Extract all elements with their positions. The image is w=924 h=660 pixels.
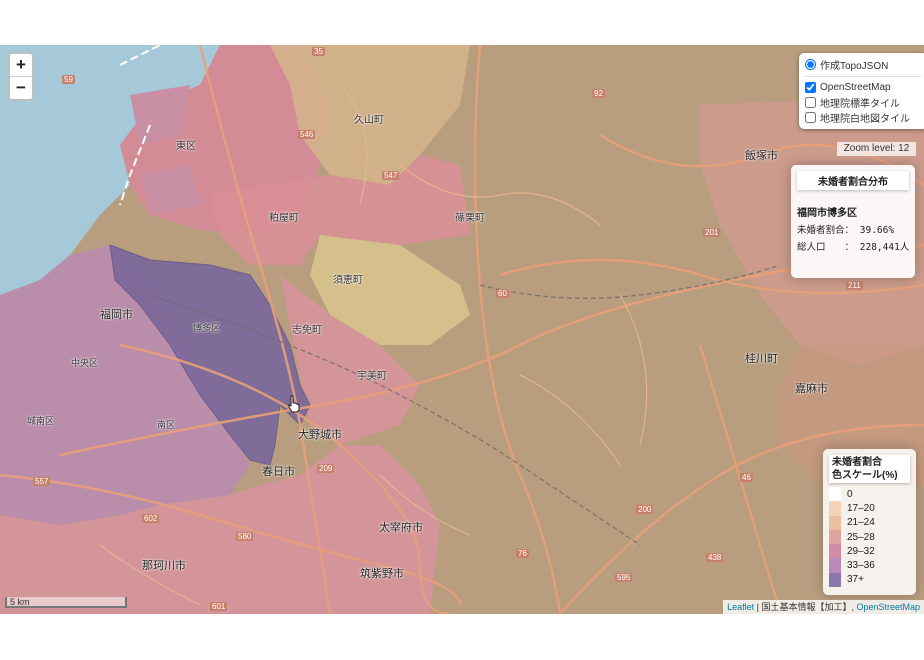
attribution-osm-link[interactable]: OpenStreetMap [856, 602, 920, 612]
legend-swatch [829, 487, 841, 502]
route-shield: 547 [382, 171, 400, 180]
route-shield: 35 [312, 47, 325, 56]
legend-items: 0 17–20 21–24 25–28 29–32 33–36 37+ [823, 487, 916, 588]
legend-title-line2: 色スケール(%) [832, 470, 898, 481]
legend-item: 0 [829, 487, 916, 502]
info-ratio-label: 未婚者割合： [797, 225, 855, 236]
zoom-control: + − [8, 52, 34, 101]
route-shield: 557 [33, 477, 51, 486]
layer-separator [805, 76, 921, 77]
route-shield: 201 [703, 228, 721, 237]
layer-gsi-blank[interactable]: 地理院白地図タイル [805, 110, 921, 125]
info-pop-label: 総人口 ： [797, 242, 855, 253]
legend-item-label: 37+ [847, 574, 864, 586]
layer-gsi-blank-checkbox[interactable] [805, 112, 816, 123]
layer-control: 作成TopoJSON OpenStreetMap 地理院標準タイル 地理院白地図… [799, 53, 924, 129]
info-panel: 未婚者割合分布 福岡市博多区 未婚者割合： 39.66% 総人口 ： 228,4… [791, 165, 915, 278]
legend-item: 21–24 [829, 515, 916, 530]
info-pop-row: 総人口 ： 228,441人 [797, 239, 915, 253]
legend-item-label: 29–32 [847, 545, 875, 557]
hand-cursor-icon [288, 395, 300, 413]
legend-title-line1: 未婚者割合 [832, 457, 882, 468]
route-shield: 209 [317, 464, 335, 473]
layer-gsi-standard[interactable]: 地理院標準タイル [805, 95, 921, 110]
route-shield: 601 [210, 602, 228, 611]
layer-osm[interactable]: OpenStreetMap [805, 80, 921, 95]
legend-item: 25–28 [829, 529, 916, 545]
layer-topojson-label: 作成TopoJSON [820, 61, 889, 72]
legend-item-label: 21–24 [847, 517, 875, 529]
legend-item: 17–20 [829, 501, 916, 516]
legend-item: 29–32 [829, 544, 916, 559]
route-shield: 580 [236, 532, 254, 541]
legend-swatch [829, 572, 841, 588]
route-shield: 211 [846, 281, 863, 290]
legend-item-label: 33–36 [847, 560, 875, 572]
layer-gsi-standard-label: 地理院標準タイル [820, 99, 900, 110]
layer-gsi-standard-checkbox[interactable] [805, 97, 816, 108]
layer-topojson[interactable]: 作成TopoJSON [805, 57, 921, 72]
color-legend: 未婚者割合 色スケール(%) 0 17–20 21–24 25–28 29–32 33–3… [823, 449, 916, 595]
info-area-name: 福岡市博多区 [797, 208, 857, 219]
info-ratio-value: 39.66% [859, 225, 895, 236]
legend-item-label: 0 [847, 488, 853, 500]
attribution: Leaflet | 国土基本情報【加工】, OpenStreetMap [723, 600, 924, 614]
zoom-level-display: Zoom level: 12 [837, 142, 916, 156]
attribution-text: | 国土基本情報【加工】, [754, 602, 857, 612]
scale-bar: 5 km [5, 597, 127, 608]
route-shield: 438 [706, 553, 724, 562]
route-shield: 76 [516, 549, 529, 558]
info-pop-value: 228,441人 [859, 242, 910, 253]
legend-item-label: 25–28 [847, 531, 875, 543]
legend-swatch [829, 529, 841, 545]
legend-item: 37+ [829, 572, 916, 588]
route-shield: 602 [142, 514, 160, 523]
map-tiles[interactable] [0, 45, 924, 614]
route-shield: 595 [615, 573, 633, 582]
legend-swatch [829, 558, 841, 573]
legend-swatch [829, 515, 841, 530]
legend-swatch [829, 501, 841, 516]
map-view[interactable]: 東区 久山町 粕屋町 篠栗町 須恵町 福岡市 博多区 志免町 中央区 宇美町 城… [0, 45, 924, 614]
info-title: 未婚者割合分布 [797, 171, 909, 190]
legend-title: 未婚者割合 色スケール(%) [829, 455, 910, 483]
legend-item-label: 17–20 [847, 502, 875, 514]
attribution-leaflet-link[interactable]: Leaflet [727, 602, 754, 612]
zoom-in-button[interactable]: + [10, 54, 32, 77]
zoom-out-button[interactable]: − [10, 77, 32, 99]
route-shield: 92 [592, 89, 605, 98]
legend-swatch [829, 544, 841, 559]
route-shield: 546 [298, 130, 316, 139]
route-shield: 60 [496, 289, 509, 298]
layer-topojson-radio[interactable] [805, 59, 816, 70]
layer-gsi-blank-label: 地理院白地図タイル [820, 114, 910, 125]
route-shield: 200 [636, 505, 654, 514]
route-shield: 46 [740, 473, 753, 482]
legend-item: 33–36 [829, 558, 916, 573]
info-ratio-row: 未婚者割合： 39.66% [797, 222, 915, 236]
layer-osm-checkbox[interactable] [805, 82, 816, 93]
layer-osm-label: OpenStreetMap [820, 82, 891, 93]
route-shield: 59 [62, 75, 75, 84]
